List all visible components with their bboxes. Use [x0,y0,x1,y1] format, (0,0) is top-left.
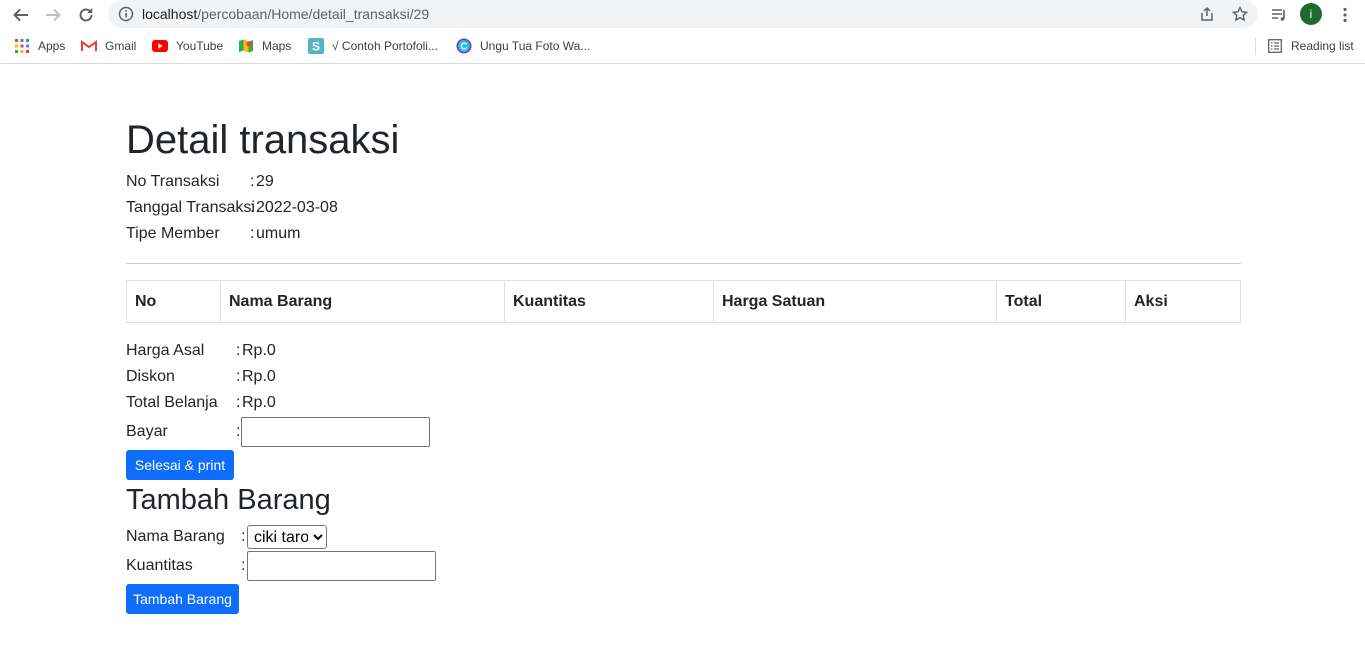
arrow-right-icon [46,8,61,22]
bookmark-label: YouTube [176,39,224,53]
summary-separator: : [236,394,241,411]
bookmark-label: Apps [38,39,66,53]
bookmark-label: Gmail [105,39,137,53]
menu-button[interactable] [1334,4,1356,26]
info-value: 2022-03-08 [256,199,338,216]
info-label: Tipe Member [126,225,220,242]
info-separator: : [250,225,255,242]
back-button[interactable] [10,4,32,26]
bayar-separator: : [236,423,241,440]
bookmark-ungu-tua[interactable]: C Ungu Tua Foto Wa... [456,38,590,54]
nama-barang-select[interactable]: ciki taro [247,525,327,549]
summary-label: Harga Asal [126,342,205,359]
column-header-aksi: Aksi [1125,280,1241,323]
reload-button[interactable] [75,4,97,26]
browser-toolbar: localhost/percobaan/Home/detail_transaks… [0,0,1365,29]
svg-text:S: S [312,40,320,54]
info-separator: : [250,199,255,216]
youtube-icon [152,38,168,54]
bookmark-label: √ Contoh Portofoli... [332,39,438,53]
share-icon [1201,6,1213,21]
column-header-total: Total [996,280,1126,323]
summary-label: Diskon [126,368,175,385]
summary-value: Rp.0 [242,368,276,385]
nama-barang-separator: : [241,528,246,545]
column-header-nama-barang: Nama Barang [220,280,505,323]
bookmarks-bar: Apps Gmail YouTube Maps S √ Contoh Porto… [0,29,1365,64]
reading-list-label: Reading list [1291,39,1354,53]
info-value: umum [256,225,301,242]
s-bookmark-icon: S [308,38,324,54]
page-title: Detail transaksi [126,118,400,162]
bookmark-apps[interactable]: Apps [14,38,65,54]
more-vertical-icon [1343,7,1347,23]
kuantitas-separator: : [241,557,246,574]
info-label: Tanggal Transaksi [126,199,255,216]
svg-text:C: C [460,42,467,53]
transaction-items-table: No Nama Barang Kuantitas Harga Satuan To… [126,280,1241,323]
bookmark-youtube[interactable]: YouTube [152,38,223,54]
url-text[interactable]: localhost/percobaan/Home/detail_transaks… [142,6,429,22]
maps-icon [238,38,254,54]
summary-value: Rp.0 [242,394,276,411]
forward-button[interactable] [42,4,64,26]
kuantitas-label: Kuantitas [126,557,193,574]
bookmarks-divider [1255,37,1256,55]
reload-icon [79,8,93,22]
queue-music-icon [1272,9,1285,21]
summary-value: Rp.0 [242,342,276,359]
info-icon[interactable] [118,6,134,22]
tambah-barang-heading: Tambah Barang [126,484,331,516]
bookmark-star-button[interactable] [1231,5,1249,23]
info-label: No Transaksi [126,173,220,190]
bayar-label: Bayar [126,423,168,440]
column-header-harga-satuan: Harga Satuan [713,280,997,323]
column-header-kuantitas: Kuantitas [504,280,714,323]
summary-separator: : [236,342,241,359]
bayar-input[interactable] [241,417,430,447]
arrow-left-icon [13,8,28,22]
reading-list-button[interactable]: Reading list [1267,38,1354,54]
bookmark-maps[interactable]: Maps [238,38,291,54]
column-header-no: No [126,280,221,323]
url-host: localhost [142,6,198,22]
summary-separator: : [236,368,241,385]
profile-avatar[interactable]: i [1300,3,1322,25]
url-path: /percobaan/Home/detail_transaksi/29 [197,6,430,22]
bookmark-contoh-portofolio[interactable]: S √ Contoh Portofoli... [308,38,438,54]
gmail-icon [81,38,97,54]
selesai-print-button[interactable]: Selesai & print [126,450,234,480]
kuantitas-input[interactable] [247,551,436,581]
reading-list-icon [1267,38,1283,54]
info-value: 29 [256,173,274,190]
star-icon [1232,6,1248,22]
address-bar[interactable]: localhost/percobaan/Home/detail_transaks… [108,0,1258,28]
bookmark-label: Ungu Tua Foto Wa... [480,39,591,53]
info-separator: : [250,173,255,190]
apps-grid-icon [14,38,30,54]
nama-barang-label: Nama Barang [126,528,225,545]
media-control-button[interactable] [1268,4,1290,26]
table-header-row: No Nama Barang Kuantitas Harga Satuan To… [126,280,1241,323]
tambah-barang-button[interactable]: Tambah Barang [126,584,239,614]
summary-label: Total Belanja [126,394,218,411]
bookmark-gmail[interactable]: Gmail [81,38,136,54]
bookmark-label: Maps [262,39,292,53]
canva-icon: C [456,38,472,54]
section-divider [126,263,1241,264]
share-button[interactable] [1198,5,1216,23]
